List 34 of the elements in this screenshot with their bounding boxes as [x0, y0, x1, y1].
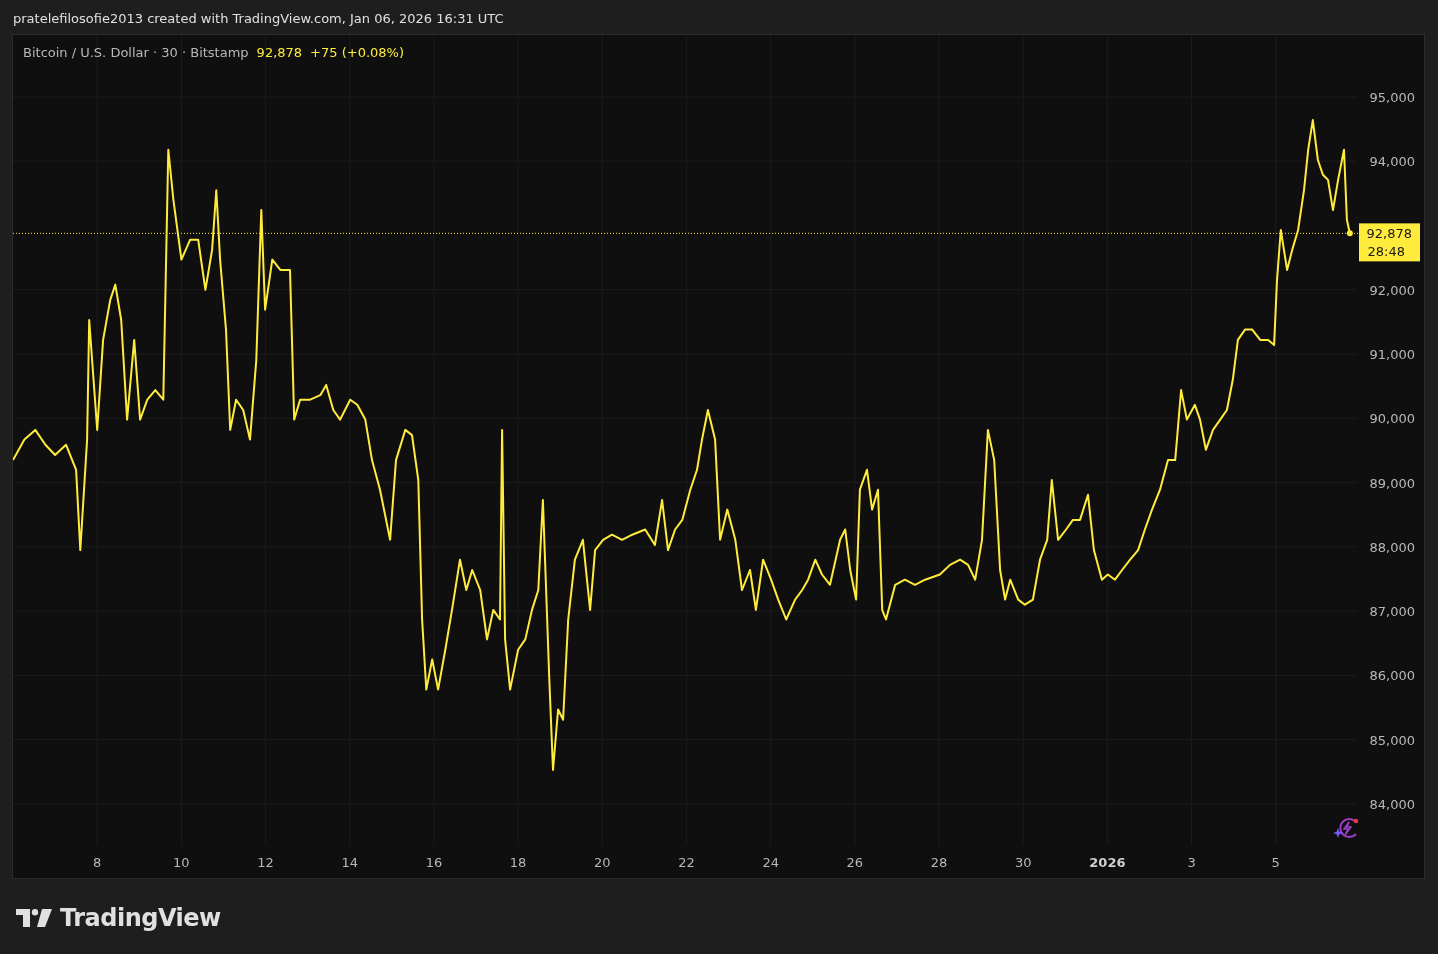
axis-label: 3 — [1187, 855, 1196, 870]
ref-line-label: 92,878 — [1366, 226, 1412, 242]
axis-label: 8 — [93, 855, 102, 870]
price-tag: 92,878 28:48 — [1359, 223, 1420, 262]
last-price: 92,878 — [256, 45, 303, 60]
axis-label: 12 — [257, 855, 274, 870]
axis-label: 22 — [678, 855, 695, 870]
axis-label: 92,000 — [1369, 282, 1415, 298]
axis-label: 14 — [341, 855, 358, 870]
price-change: +75 (+0.08%) — [310, 45, 404, 60]
axis-label: 10 — [173, 855, 190, 870]
axis-label: 18 — [509, 855, 527, 870]
axis-label: 90,000 — [1369, 411, 1415, 427]
axis-label: 91,000 — [1369, 347, 1415, 363]
axis-label: 16 — [425, 855, 443, 870]
axis-label: 30 — [1014, 855, 1032, 870]
axis-label: 94,000 — [1369, 154, 1415, 170]
symbol-title: Bitcoin / U.S. Dollar · 30 · Bitstamp — [23, 45, 249, 60]
chart-caption: pratelefilosofie2013 created with TradingView.com, Jan 06, 2026 16:31 UTC — [12, 10, 505, 28]
axis-label: 28 — [930, 855, 948, 870]
logo-icon — [16, 909, 52, 927]
axis-label: 5 — [1271, 855, 1280, 870]
axis-label: 84,000 — [1369, 797, 1415, 812]
axis-label: 26 — [846, 855, 864, 870]
axis-label: 89,000 — [1369, 475, 1415, 491]
axis-label: 88,000 — [1369, 539, 1415, 555]
axis-label: 87,000 — [1369, 604, 1415, 620]
axis-label: 24 — [762, 855, 779, 870]
axis-label: 20 — [594, 855, 611, 870]
brand-name: TradingView — [60, 904, 221, 932]
axis-label: 86,000 — [1369, 668, 1415, 684]
axis-label: 85,000 — [1369, 732, 1415, 748]
axis-label: 95,000 — [1369, 89, 1415, 105]
axis-label: 2026 — [1089, 855, 1126, 870]
